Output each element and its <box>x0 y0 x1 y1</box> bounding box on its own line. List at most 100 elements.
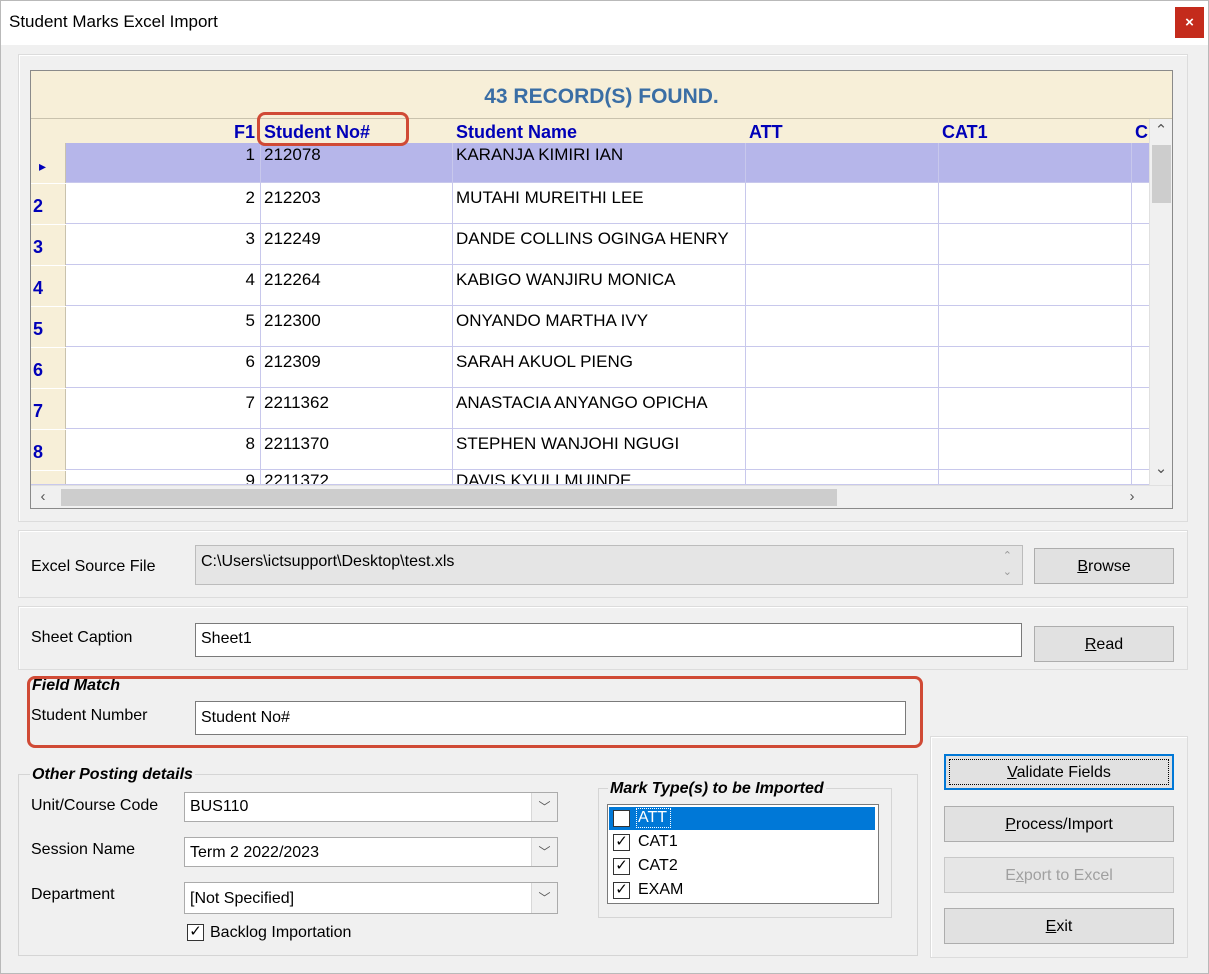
unit-code-select[interactable]: BUS110 ﹀ <box>184 792 558 822</box>
column-header-cat1[interactable]: CAT1 <box>940 119 1130 143</box>
table-row[interactable]: 4 4 212264 KABIGO WANJIRU MONICA <box>31 266 1149 306</box>
cell-student-name[interactable]: KARANJA KIMIRI IAN <box>454 143 744 183</box>
cell-f1[interactable]: 3 <box>66 225 259 265</box>
scroll-left-icon[interactable]: ‹ <box>33 488 53 505</box>
cell-f1[interactable]: 1 <box>66 143 259 183</box>
table-row[interactable]: 3 3 212249 DANDE COLLINS OGINGA HENRY <box>31 225 1149 265</box>
backlog-checkbox[interactable]: ✓ <box>187 924 204 941</box>
row-header[interactable]: 4 <box>31 266 66 306</box>
cell-f1[interactable]: 8 <box>66 430 259 470</box>
row-header[interactable]: 3 <box>31 225 66 265</box>
horizontal-scroll-thumb[interactable] <box>61 489 837 506</box>
cat1-checkbox[interactable]: ✓ <box>613 834 630 851</box>
column-header-more[interactable]: C <box>1133 119 1149 143</box>
list-item-exam[interactable]: ✓ EXAM <box>609 879 875 902</box>
cell-student-no[interactable]: 2211370 <box>262 430 452 470</box>
cell-student-no[interactable]: 212203 <box>262 184 452 224</box>
spin-icon[interactable]: ⌃ ⌄ <box>1003 548 1012 580</box>
source-file-field[interactable]: C:\Users\ictsupport\Desktop\test.xls ⌃ ⌄ <box>195 545 1023 585</box>
cell-student-no[interactable]: 212309 <box>262 348 452 388</box>
unit-code-value: BUS110 <box>190 798 249 815</box>
row-header[interactable]: 9 <box>31 471 66 484</box>
horizontal-scrollbar[interactable]: ‹ › <box>31 485 1172 508</box>
cell-f1[interactable]: 9 <box>66 471 259 484</box>
source-file-label: Excel Source File <box>31 558 156 575</box>
cell-f1[interactable]: 4 <box>66 266 259 306</box>
row-header[interactable]: ▸ <box>31 143 66 183</box>
row-header[interactable]: 2 <box>31 184 66 224</box>
row-header[interactable]: 8 <box>31 430 66 470</box>
column-header-f1[interactable]: F1 <box>66 119 259 143</box>
chevron-down-icon[interactable]: ﹀ <box>531 793 557 821</box>
cell-student-name[interactable]: KABIGO WANJIRU MONICA <box>454 266 744 306</box>
list-item-cat2[interactable]: ✓ CAT2 <box>609 855 875 878</box>
cell-f1[interactable]: 2 <box>66 184 259 224</box>
table-row[interactable]: 2 2 212203 MUTAHI MUREITHI LEE <box>31 184 1149 224</box>
table-row[interactable]: 8 8 2211370 STEPHEN WANJOHI NGUGI <box>31 430 1149 470</box>
close-button[interactable]: × <box>1175 7 1204 38</box>
department-label: Department <box>31 886 115 903</box>
scroll-down-icon[interactable]: ⌄ <box>1151 459 1171 477</box>
cell-student-name[interactable]: ONYANDO MARTHA IVY <box>454 307 744 347</box>
row-header[interactable]: 7 <box>31 389 66 429</box>
cell-student-no[interactable]: 212249 <box>262 225 452 265</box>
table-row[interactable]: 7 7 2211362 ANASTACIA ANYANGO OPICHA <box>31 389 1149 429</box>
table-row[interactable]: 6 6 212309 SARAH AKUOL PIENG <box>31 348 1149 388</box>
cat2-checkbox[interactable]: ✓ <box>613 858 630 875</box>
process-import-button[interactable]: Process/Import <box>944 806 1174 842</box>
table-row[interactable]: 9 9 2211372 DAVIS KYULI MUINDE <box>31 471 1149 485</box>
validate-fields-button[interactable]: Validate Fields <box>944 754 1174 790</box>
cell-student-name[interactable]: STEPHEN WANJOHI NGUGI <box>454 430 744 470</box>
sheet-caption-input[interactable]: Sheet1 <box>195 623 1022 657</box>
column-divider <box>452 143 453 485</box>
import-window: Student Marks Excel Import × 43 RECORD(S… <box>0 0 1209 974</box>
table-row[interactable]: ▸ 1 212078 KARANJA KIMIRI IAN <box>31 143 1149 183</box>
cell-student-no[interactable]: 212300 <box>262 307 452 347</box>
att-checkbox[interactable] <box>613 810 630 827</box>
cell-f1[interactable]: 5 <box>66 307 259 347</box>
browse-button[interactable]: Browse <box>1034 548 1174 584</box>
cell-f1[interactable]: 7 <box>66 389 259 429</box>
list-item-cat1[interactable]: ✓ CAT1 <box>609 831 875 854</box>
cell-student-name[interactable]: ANASTACIA ANYANGO OPICHA <box>454 389 744 429</box>
read-button[interactable]: Read <box>1034 626 1174 662</box>
table-row[interactable]: 5 5 212300 ONYANDO MARTHA IVY <box>31 307 1149 347</box>
list-item-att[interactable]: ATT <box>609 807 875 830</box>
department-select[interactable]: [Not Specified] ﹀ <box>184 882 558 914</box>
close-icon: × <box>1185 14 1194 31</box>
chevron-down-icon[interactable]: ﹀ <box>531 883 557 913</box>
source-file-value: C:\Users\ictsupport\Desktop\test.xls <box>201 553 455 570</box>
cell-student-name[interactable]: DANDE COLLINS OGINGA HENRY <box>454 225 744 265</box>
window-title: Student Marks Excel Import <box>9 12 218 31</box>
checkmark-icon: ✓ <box>189 923 202 940</box>
cell-f1[interactable]: 6 <box>66 348 259 388</box>
checkmark-icon: ✓ <box>615 857 628 874</box>
row-header[interactable]: 5 <box>31 307 66 347</box>
column-header-att[interactable]: ATT <box>747 119 937 143</box>
unit-code-label: Unit/Course Code <box>31 797 159 814</box>
current-row-icon: ▸ <box>39 158 47 174</box>
department-value: [Not Specified] <box>190 890 295 907</box>
vertical-scroll-thumb[interactable] <box>1152 145 1171 203</box>
cell-student-no[interactable]: 212264 <box>262 266 452 306</box>
cell-student-no[interactable]: 2211372 <box>262 471 452 484</box>
exit-button[interactable]: Exit <box>944 908 1174 944</box>
highlight-student-no-header <box>257 112 409 146</box>
mark-types-list[interactable]: ATT ✓ CAT1 ✓ CAT2 ✓ EXAM <box>607 804 879 904</box>
scroll-up-icon[interactable]: ⌃ <box>1151 121 1171 139</box>
exam-checkbox[interactable]: ✓ <box>613 882 630 899</box>
row-header[interactable]: 6 <box>31 348 66 388</box>
chevron-down-icon[interactable]: ﹀ <box>531 838 557 866</box>
records-grid[interactable]: 43 RECORD(S) FOUND. F1 Student No# Stude… <box>30 70 1173 509</box>
session-name-select[interactable]: Term 2 2022/2023 ﹀ <box>184 837 558 867</box>
cell-student-name[interactable]: MUTAHI MUREITHI LEE <box>454 184 744 224</box>
vertical-scrollbar[interactable]: ⌃ ⌄ <box>1149 119 1172 486</box>
export-to-excel-button[interactable]: Export to Excel <box>944 857 1174 893</box>
scroll-right-icon[interactable]: › <box>1122 488 1142 505</box>
cell-student-no[interactable]: 2211362 <box>262 389 452 429</box>
cell-student-no[interactable]: 212078 <box>262 143 452 183</box>
cell-student-name[interactable]: SARAH AKUOL PIENG <box>454 348 744 388</box>
column-header-student-name[interactable]: Student Name <box>454 119 744 143</box>
cell-student-name[interactable]: DAVIS KYULI MUINDE <box>454 471 744 484</box>
session-name-value: Term 2 2022/2023 <box>190 844 319 861</box>
